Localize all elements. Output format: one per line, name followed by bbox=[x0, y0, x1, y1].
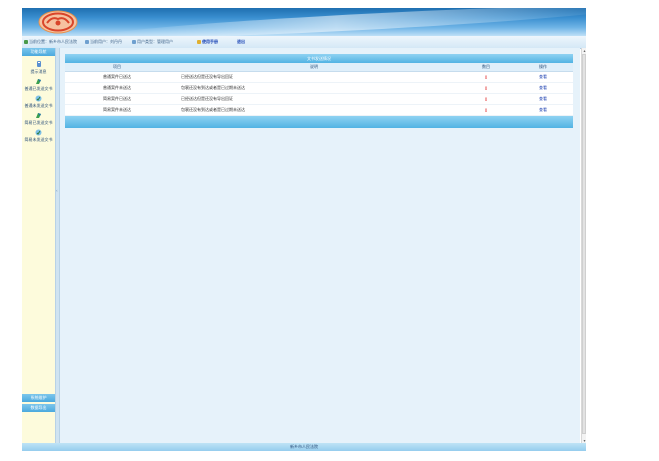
sidebar-item-label: 简易已发送文书 bbox=[24, 120, 53, 125]
data-export-button[interactable]: 数据导出 bbox=[22, 404, 55, 412]
user-icon bbox=[85, 40, 89, 44]
pending-document-icon bbox=[35, 129, 42, 136]
view-link[interactable]: 查看 bbox=[539, 107, 547, 112]
header-banner bbox=[22, 8, 586, 36]
panel-title: 文书发送情况 bbox=[65, 54, 573, 63]
user-type-icon bbox=[132, 40, 136, 44]
row-count: 0 bbox=[459, 93, 513, 105]
row-action: 查看 bbox=[513, 71, 573, 83]
scrollbar-thumb[interactable] bbox=[582, 54, 586, 434]
collapse-arrow-icon: ‹ bbox=[56, 188, 58, 193]
main-content: ‹ 文书发送情况 项目 说明 数目 操作 普通案件已送达 已经送达但是还没有导出… bbox=[56, 48, 580, 443]
view-link[interactable]: 查看 bbox=[539, 85, 547, 90]
row-count: 0 bbox=[459, 104, 513, 116]
row-item: 简易案件未送达 bbox=[65, 104, 169, 116]
user-type-text: 用户类型：管理用户 bbox=[132, 39, 173, 45]
user-type-label: 用户类型：管理用户 bbox=[137, 39, 173, 44]
footer: 新乡市人民法院 bbox=[22, 443, 586, 451]
table-row: 简易案件未送达 包裹还没有到达或者是已过期未送达 0 查看 bbox=[65, 104, 573, 116]
table-row: 普通案件未送达 包裹还没有到达或者是已过期未送达 0 查看 bbox=[65, 82, 573, 94]
document-status-panel: 文书发送情况 项目 说明 数目 操作 普通案件已送达 已经送达但是还没有导出回证… bbox=[65, 54, 573, 128]
row-item: 简易案件已送达 bbox=[65, 93, 169, 105]
app-window: 当前位置：新乡市人民法院 当前用户：刘丹丹 用户类型：管理用户 使用手册 退出 … bbox=[22, 8, 586, 451]
row-description: 包裹还没有到达或者是已过期未送达 bbox=[169, 104, 459, 116]
home-icon bbox=[24, 40, 28, 44]
column-header-description: 说明 bbox=[169, 63, 459, 72]
help-manual-link[interactable]: 使用手册 bbox=[197, 39, 218, 45]
column-header-action: 操作 bbox=[513, 63, 573, 72]
help-manual-label: 使用手册 bbox=[202, 39, 218, 44]
sidebar-item-simple-unsent[interactable]: 简易未发送文书 bbox=[22, 129, 55, 142]
sidebar-item-label: 提示消息 bbox=[30, 69, 47, 74]
sidebar-item-label: 普通已发送文书 bbox=[24, 86, 53, 91]
message-icon bbox=[36, 61, 41, 67]
row-action: 查看 bbox=[513, 82, 573, 94]
vertical-scrollbar[interactable]: ▴ ▾ bbox=[581, 48, 586, 443]
sidebar-item-messages[interactable]: 提示消息 bbox=[22, 61, 55, 74]
sidebar-item-simple-sent[interactable]: 简易已发送文书 bbox=[22, 112, 55, 125]
sidebar-item-label: 简易未发送文书 bbox=[24, 137, 53, 142]
row-item: 普通案件未送达 bbox=[65, 82, 169, 94]
table-row: 简易案件已送达 已经送达但是还没有导出回证 0 查看 bbox=[65, 93, 573, 105]
view-link[interactable]: 查看 bbox=[539, 74, 547, 79]
sidebar-header: 功能导航 bbox=[22, 48, 55, 56]
pending-document-icon bbox=[35, 95, 42, 102]
scroll-up-icon[interactable]: ▴ bbox=[582, 48, 586, 53]
court-emblem-icon bbox=[38, 10, 78, 34]
row-description: 已经送达但是还没有导出回证 bbox=[169, 93, 459, 105]
current-user-label: 当前用户：刘丹丹 bbox=[90, 39, 122, 44]
row-description: 包裹还没有到达或者是已过期未送达 bbox=[169, 82, 459, 94]
sidebar-item-label: 普通未发送文书 bbox=[24, 103, 53, 108]
current-user-text: 当前用户：刘丹丹 bbox=[85, 39, 122, 45]
column-header-count: 数目 bbox=[459, 63, 513, 72]
panel-footer bbox=[65, 116, 573, 128]
view-link[interactable]: 查看 bbox=[539, 96, 547, 101]
sidebar-item-normal-sent[interactable]: 普通已发送文书 bbox=[22, 78, 55, 91]
row-description: 已经送达但是还没有导出回证 bbox=[169, 71, 459, 83]
sidebar: 功能导航 提示消息 普通已发送文书 普通未发送文书 简易已发送文书 简易未发送文… bbox=[22, 48, 56, 443]
send-document-icon bbox=[36, 113, 41, 118]
row-action: 查看 bbox=[513, 93, 573, 105]
location-text: 当前位置：新乡市人民法院 bbox=[24, 39, 77, 45]
sidebar-collapse-handle[interactable]: ‹ bbox=[56, 48, 60, 443]
location-label: 当前位置：新乡市人民法院 bbox=[29, 39, 77, 44]
table-header-row: 项目 说明 数目 操作 bbox=[65, 63, 573, 72]
document-status-table: 项目 说明 数目 操作 普通案件已送达 已经送达但是还没有导出回证 0 查看 普… bbox=[65, 63, 573, 116]
exit-link[interactable]: 退出 bbox=[237, 39, 245, 45]
table-row: 普通案件已送达 已经送达但是还没有导出回证 0 查看 bbox=[65, 71, 573, 83]
row-item: 普通案件已送达 bbox=[65, 71, 169, 83]
row-action: 查看 bbox=[513, 104, 573, 116]
column-header-item: 项目 bbox=[65, 63, 169, 72]
book-icon bbox=[197, 40, 201, 44]
row-count: 0 bbox=[459, 71, 513, 83]
send-document-icon bbox=[36, 79, 41, 84]
system-maintenance-button[interactable]: 系统维护 bbox=[22, 394, 55, 402]
banner-decoration bbox=[101, 8, 586, 36]
row-count: 0 bbox=[459, 82, 513, 94]
sidebar-item-normal-unsent[interactable]: 普通未发送文书 bbox=[22, 95, 55, 108]
